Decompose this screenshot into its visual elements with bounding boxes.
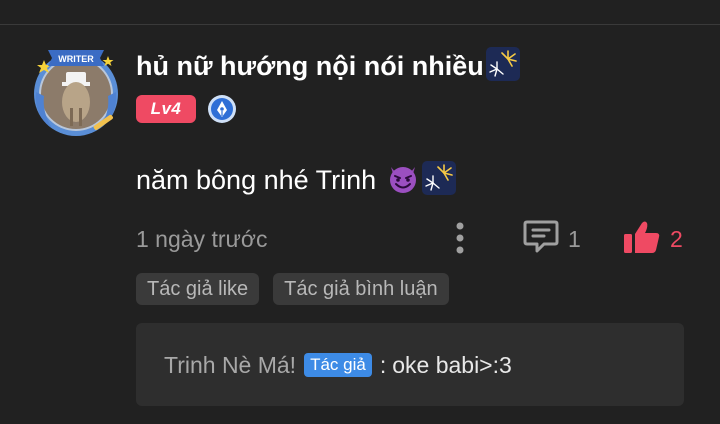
comment-tags: Tác giả like Tác giả bình luận xyxy=(136,273,463,305)
like-count: 2 xyxy=(670,225,683,252)
timestamp: 1 ngày trước xyxy=(136,226,268,252)
comment-bubble-icon xyxy=(522,219,560,260)
smiling-devil-icon xyxy=(386,161,420,206)
reply-preview[interactable]: Trinh Nè Má! Tác giả : oke babi>:3 xyxy=(136,323,684,406)
fireworks-icon xyxy=(421,161,456,206)
thumbs-up-icon xyxy=(622,219,662,260)
reply-button[interactable]: 1 xyxy=(522,220,581,258)
more-options-icon[interactable] xyxy=(448,219,472,257)
divider xyxy=(0,24,720,25)
comment-text: năm bông nhé Trinh xyxy=(136,160,456,206)
username[interactable]: hủ nữ hướng nội nói nhiều xyxy=(136,46,520,92)
comment-body: năm bông nhé Trinh xyxy=(136,165,377,195)
tag-author-replied: Tác giả bình luận xyxy=(273,273,449,305)
avatar[interactable]: WRITER xyxy=(30,46,122,138)
avatar-badge-label: WRITER xyxy=(58,54,94,64)
fireworks-icon xyxy=(485,47,520,92)
tag-author-liked: Tác giả like xyxy=(136,273,260,305)
reply-author[interactable]: Trinh Nè Má! xyxy=(164,352,296,379)
reply-count: 1 xyxy=(568,225,581,252)
author-badge: Tác giả xyxy=(304,353,372,377)
username-text: hủ nữ hướng nội nói nhiều xyxy=(136,51,484,81)
comment-panel: WRITER hủ nữ hướng nội nói nhiều Lv4 năm… xyxy=(0,0,720,424)
reply-text: oke babi>:3 xyxy=(392,351,512,378)
level-badge: Lv4 xyxy=(136,95,196,123)
writer-pen-icon xyxy=(207,94,237,124)
reply-separator: : xyxy=(379,351,387,378)
reply-line: Trinh Nè Má! Tác giả : oke babi>:3 xyxy=(164,347,512,383)
like-button[interactable]: 2 xyxy=(622,220,683,258)
